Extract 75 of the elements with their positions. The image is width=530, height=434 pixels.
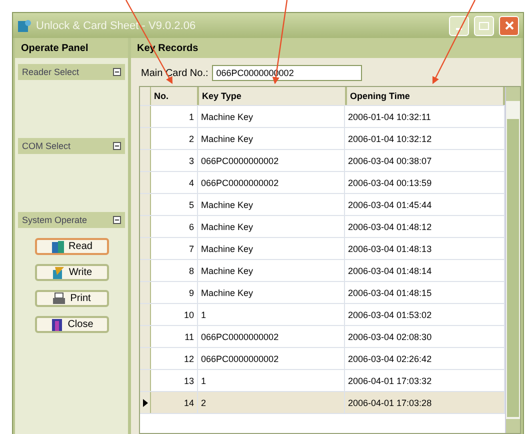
scrollbar[interactable] bbox=[505, 87, 520, 433]
table-cell: Machine Key bbox=[198, 128, 345, 149]
table-cell: Machine Key bbox=[198, 216, 345, 237]
table-cell: 6 bbox=[151, 216, 198, 237]
table-cell: 5 bbox=[151, 194, 198, 215]
app-icon bbox=[17, 18, 31, 32]
close-button[interactable] bbox=[499, 16, 519, 36]
section-title: COM Select bbox=[22, 141, 71, 151]
table-row[interactable]: 9 Machine Key 2006-03-04 01:48:15 bbox=[140, 282, 505, 304]
table-row[interactable]: 5 Machine Key 2006-03-04 01:45:44 bbox=[140, 194, 505, 216]
pen-icon bbox=[50, 266, 65, 280]
printer-icon bbox=[52, 292, 66, 306]
close-button[interactable]: Close bbox=[34, 316, 108, 333]
table-cell: Machine Key bbox=[198, 106, 345, 127]
table-row[interactable]: 2 Machine Key 2006-01-04 10:32:12 bbox=[140, 128, 505, 150]
section-header[interactable]: System Operate bbox=[18, 212, 125, 228]
write-button[interactable]: Write bbox=[34, 264, 108, 281]
collapse-icon[interactable] bbox=[113, 142, 121, 150]
read-button[interactable]: Read bbox=[34, 238, 108, 255]
table-cell: 2006-04-01 17:03:28 bbox=[345, 392, 505, 413]
table-cell: 12 bbox=[151, 348, 198, 369]
row-pointer-icon bbox=[142, 398, 148, 406]
table-cell: 066PC0000000002 bbox=[198, 326, 345, 347]
table-cell: 4 bbox=[151, 172, 198, 193]
maximize-icon bbox=[479, 22, 489, 30]
table-row[interactable]: 1 Machine Key 2006-01-04 10:32:11 bbox=[140, 106, 505, 128]
corner-header[interactable] bbox=[140, 87, 151, 105]
minimize-icon bbox=[456, 28, 462, 30]
table-cell: 9 bbox=[151, 282, 198, 303]
section-header[interactable]: Reader Select bbox=[18, 64, 125, 80]
table-cell: Machine Key bbox=[198, 282, 345, 303]
column-header[interactable]: Opening Time bbox=[347, 87, 505, 105]
print-button[interactable]: Print bbox=[34, 290, 108, 307]
table-row[interactable]: 4 066PC0000000002 2006-03-04 00:13:59 bbox=[140, 172, 505, 194]
section-title: System Operate bbox=[22, 215, 88, 225]
table-cell: Machine Key bbox=[198, 238, 345, 259]
table-cell: Machine Key bbox=[198, 260, 345, 281]
table-cell: 14 bbox=[151, 392, 198, 413]
close-icon bbox=[504, 21, 514, 30]
table-cell: 1 bbox=[151, 106, 198, 127]
table-cell: 11 bbox=[151, 326, 198, 347]
table-row[interactable]: 14 2 2006-04-01 17:03:28 bbox=[140, 392, 505, 414]
collapse-icon[interactable] bbox=[113, 216, 121, 224]
minimize-button[interactable] bbox=[449, 16, 469, 36]
table-cell: 13 bbox=[151, 370, 198, 391]
section-title: Reader Select bbox=[22, 67, 80, 77]
column-header[interactable]: No. bbox=[151, 87, 199, 105]
collapse-icon[interactable] bbox=[113, 68, 121, 76]
window-title: Unlock & Card Sheet - V9.0.2.06 bbox=[36, 20, 197, 32]
table-cell: Machine Key bbox=[198, 194, 345, 215]
table-row[interactable]: 10 1 2006-03-04 01:53:02 bbox=[140, 304, 505, 326]
table-cell: 066PC0000000002 bbox=[198, 150, 345, 171]
table-cell: 7 bbox=[151, 238, 198, 259]
table-cell: 2 bbox=[151, 128, 198, 149]
table-cell: 1 bbox=[198, 370, 345, 391]
table-row[interactable]: 11 066PC0000000002 2006-03-04 02:08:30 bbox=[140, 326, 505, 348]
table-cell: 10 bbox=[151, 304, 198, 325]
maximize-button[interactable] bbox=[474, 16, 494, 36]
table-row[interactable]: 7 Machine Key 2006-03-04 01:48:13 bbox=[140, 238, 505, 260]
table-row[interactable]: 12 066PC0000000002 2006-03-04 02:26:42 bbox=[140, 348, 505, 370]
table-cell: 8 bbox=[151, 260, 198, 281]
section-header[interactable]: COM Select bbox=[18, 138, 125, 154]
door-icon bbox=[50, 318, 64, 332]
table-cell: 1 bbox=[198, 304, 345, 325]
table-cell: 2 bbox=[198, 392, 345, 413]
table-row[interactable]: 6 Machine Key 2006-03-04 01:48:12 bbox=[140, 216, 505, 238]
table-row[interactable]: 3 066PC0000000002 2006-03-04 00:38:07 bbox=[140, 150, 505, 172]
column-header[interactable]: Key Type bbox=[199, 87, 347, 105]
book-icon bbox=[50, 240, 65, 254]
table-cell: 066PC0000000002 bbox=[198, 348, 345, 369]
table-cell: 066PC0000000002 bbox=[198, 172, 345, 193]
table-cell: 3 bbox=[151, 150, 198, 171]
table-row[interactable]: 8 Machine Key 2006-03-04 01:48:14 bbox=[140, 260, 505, 282]
row-header[interactable] bbox=[140, 392, 151, 413]
panel-title: Operate Panel bbox=[21, 42, 88, 54]
